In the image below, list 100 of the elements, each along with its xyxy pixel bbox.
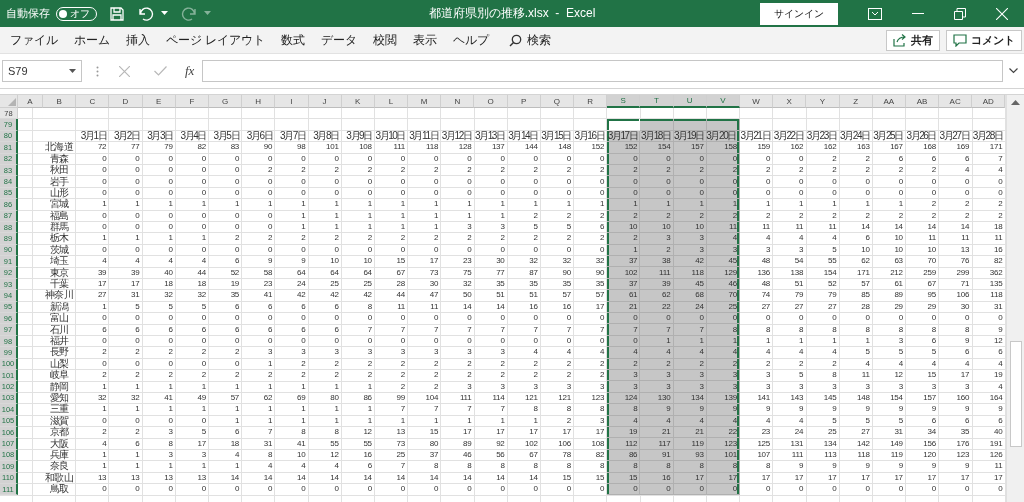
date-cell-text: 3月1日 [79,130,108,143]
ribbon-tab[interactable]: ホーム [66,27,118,53]
ribbon-tab[interactable]: ファイル [2,27,66,53]
column-header[interactable]: O [474,95,508,108]
column-header[interactable]: P [507,95,541,108]
column-header[interactable]: T [640,95,674,108]
table-cell-text: 4 [831,233,838,245]
column-header[interactable]: M [408,95,442,108]
table-cell-text: 57 [860,278,871,291]
table-cell-text: 25 [329,278,340,291]
table-cell-text: 89 [893,290,904,302]
table-cell-text: 2 [598,358,606,370]
prefecture-cell-text: 富山 [48,313,70,324]
prefecture-cell-text: 岩手 [48,176,70,188]
sign-in-button[interactable]: サインイン [760,2,838,25]
column-header[interactable]: I [275,95,309,108]
caret-icon[interactable] [161,11,168,16]
insert-function-button[interactable]: fx [185,63,195,79]
table-cell-text: 0 [532,187,539,199]
ribbon-tab[interactable]: 表示 [405,27,446,53]
prefecture-cell-text: 東京 [48,267,70,279]
table-cell-text: 0 [598,176,606,188]
table-cell-text: 2 [532,370,539,382]
ribbon-display-options-icon[interactable] [868,7,882,20]
column-header[interactable]: Y [806,95,840,108]
table-cell-text: 2 [399,164,407,177]
table-cell-text: 16 [362,449,373,461]
restore-icon[interactable] [954,7,966,20]
formula-input[interactable] [202,60,1003,82]
ribbon-tab[interactable]: ヘルプ [445,27,498,53]
table-cell-text: 0 [499,335,506,347]
table-cell-text: 2 [333,164,340,177]
ribbon-tab[interactable]: 校閲 [365,27,406,53]
column-header[interactable]: N [441,95,475,108]
column-header[interactable]: AC [939,95,973,108]
column-header[interactable]: Q [540,95,574,108]
table-cell-text: 8 [897,324,904,336]
close-icon[interactable] [996,7,1008,20]
column-header[interactable]: B [43,95,77,108]
table-cell-text: 6 [134,324,141,336]
table-cell-text: 2 [134,347,141,359]
table-cell-text: 57 [594,290,606,302]
table-cell: 68 [673,290,707,302]
ribbon-tab[interactable]: データ [313,27,366,53]
table-cell-text: 0 [200,176,207,188]
column-header[interactable]: U [673,95,707,108]
table-cell: 4 [640,415,674,427]
column-header[interactable]: V [706,95,740,108]
table-cell-text: 1 [101,449,108,461]
column-header[interactable]: D [109,95,143,108]
share-button[interactable]: 共有 [886,29,940,51]
column-header[interactable]: AB [905,95,940,108]
expand-caret-icon[interactable] [1009,68,1018,74]
table-cell-text: 0 [897,187,904,199]
undo-icon[interactable] [137,5,155,22]
check-icon[interactable] [154,66,167,76]
table-cell-text: 171 [855,267,871,279]
table-cell-text: 0 [433,335,440,347]
column-header[interactable]: X [773,95,807,108]
column-header[interactable]: Z [839,95,873,108]
table-cell-text: 0 [101,483,108,496]
minimize-icon[interactable] [912,12,924,15]
ribbon-tab[interactable]: ページ レイアウト [158,27,274,53]
column-header[interactable]: C [76,95,110,108]
column-header[interactable]: F [175,95,209,108]
table-cell-text: 14 [528,472,539,484]
table-cell-text: 0 [134,358,141,370]
column-header[interactable]: H [242,95,276,108]
search-button[interactable]: 検索 [501,27,560,53]
table-cell-text: 0 [167,176,174,188]
table-cell-text: 0 [598,244,606,256]
name-box[interactable]: S79 [2,60,82,82]
table-cell-text: 98 [296,142,307,154]
column-header[interactable]: A [18,95,43,108]
scrollbar-thumb[interactable] [1009,341,1022,447]
column-header[interactable]: K [341,95,375,108]
table-cell-text: 2 [466,358,473,370]
table-cell-text: 2 [433,233,440,245]
column-header[interactable]: J [308,95,342,108]
column-header[interactable]: AD [972,95,1006,108]
column-header[interactable]: W [739,95,774,108]
table-cell-text: 1 [598,199,606,211]
column-header[interactable]: AA [872,95,906,108]
column-header[interactable]: E [142,95,176,108]
active-cell[interactable] [607,119,641,131]
table-cell-text: 134 [822,438,838,450]
save-icon[interactable] [109,5,125,22]
column-header[interactable]: S [607,95,641,108]
column-header[interactable]: R [574,95,608,108]
scroll-up-icon[interactable] [1011,99,1020,105]
ribbon-tab[interactable]: 挿入 [118,27,158,53]
more-icon[interactable] [96,65,99,77]
table-cell: 8 [607,461,641,473]
column-header[interactable]: L [374,95,409,108]
table-cell-text: 12 [329,449,340,461]
column-header[interactable]: G [208,95,243,108]
ribbon-tab[interactable]: 数式 [273,27,314,53]
table-cell-text: 1 [101,301,108,313]
table-cell-text: 0 [267,335,274,347]
comments-button[interactable]: コメント [946,29,1022,51]
